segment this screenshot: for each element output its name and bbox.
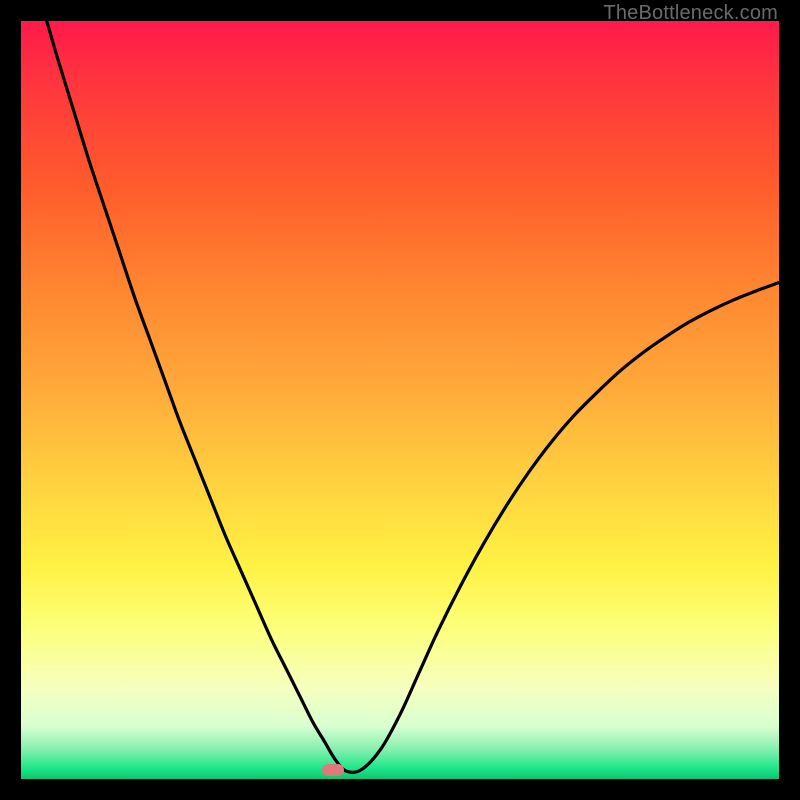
minimum-marker bbox=[322, 764, 344, 776]
chart-frame: TheBottleneck.com bbox=[0, 0, 800, 800]
bottleneck-curve bbox=[21, 21, 779, 779]
plot-area bbox=[21, 21, 779, 779]
